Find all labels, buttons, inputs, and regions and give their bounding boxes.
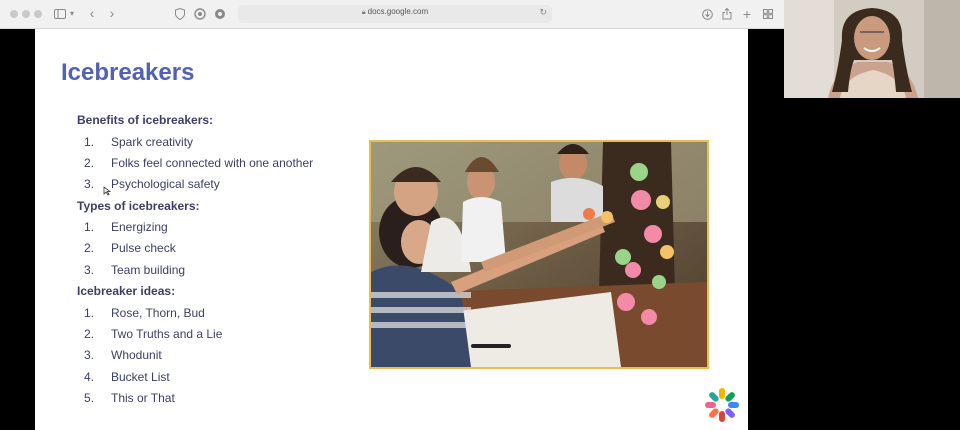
download-icon[interactable] (701, 6, 713, 22)
team-photo (369, 140, 709, 369)
share-icon[interactable] (721, 6, 733, 22)
address-bar[interactable]: 🔒︎ docs.google.com ↻ (238, 5, 552, 23)
close-window-button[interactable] (10, 10, 18, 18)
slide-title: Icebreakers (61, 59, 195, 86)
tab-overview-icon[interactable] (762, 6, 774, 22)
list-item: 1. Energizing (84, 220, 168, 234)
list-item: 2. Folks feel connected with one another (84, 156, 314, 170)
browser-window: ▾ ‹ › 🔒︎ docs.google.com ↻ + Icebreakers … (0, 0, 784, 430)
list-item: 4. Bucket List (84, 370, 170, 384)
section-heading-benefits: Benefits of icebreakers: (77, 113, 214, 127)
sidebar-icon[interactable] (53, 6, 67, 22)
list-item: 5. This or That (84, 391, 175, 405)
pinwheel-logo (703, 386, 741, 424)
minimize-window-button[interactable] (22, 10, 30, 18)
list-item: 3. Team building (84, 263, 186, 277)
presentation-slide: Icebreakers Benefits of icebreakers: 1. S… (35, 29, 748, 430)
section-heading-types: Types of icebreakers: (77, 199, 200, 213)
mouse-cursor-icon (103, 183, 112, 196)
privacy-report-icon[interactable] (194, 6, 206, 22)
extension-icon[interactable] (214, 6, 226, 22)
list-item: 1. Rose, Thorn, Bud (84, 306, 205, 320)
list-item: 3. Whodunit (84, 348, 162, 362)
url-text: docs.google.com (367, 7, 429, 16)
chevron-down-icon[interactable]: ▾ (68, 6, 76, 22)
forward-icon[interactable]: › (107, 6, 117, 22)
list-item: 1. Spark creativity (84, 135, 194, 149)
reload-icon[interactable]: ↻ (539, 7, 547, 18)
zoom-window-button[interactable] (34, 10, 42, 18)
back-icon[interactable]: ‹ (87, 6, 97, 22)
lock-icon: 🔒︎ (361, 9, 366, 16)
section-heading-ideas: Icebreaker ideas: (77, 284, 176, 298)
list-item: 2. Two Truths and a Lie (84, 327, 223, 341)
webcam-video (784, 0, 960, 98)
browser-toolbar: ▾ ‹ › 🔒︎ docs.google.com ↻ + (0, 0, 784, 29)
list-item: 2. Pulse check (84, 241, 176, 255)
new-tab-icon[interactable]: + (741, 6, 753, 22)
shield-icon[interactable] (174, 6, 186, 22)
